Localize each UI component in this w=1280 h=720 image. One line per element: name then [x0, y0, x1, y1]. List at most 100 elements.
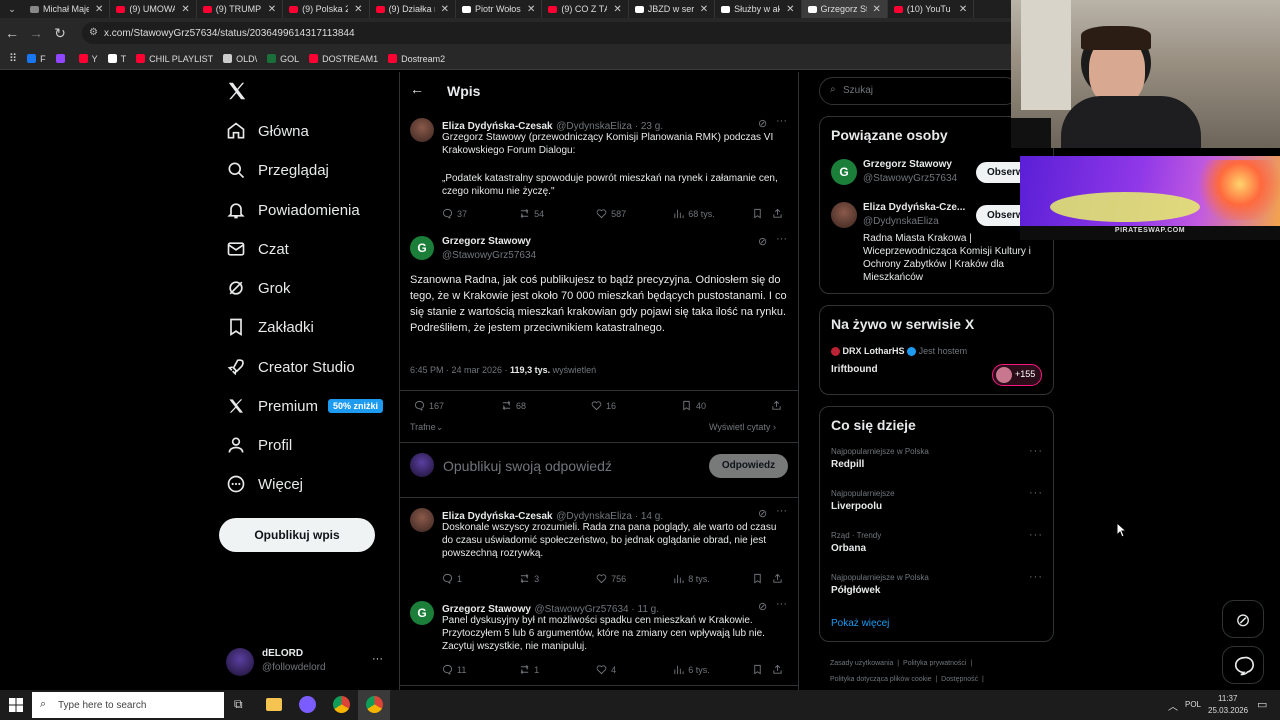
- sidebar-item-grok[interactable]: Grok: [226, 278, 291, 298]
- reply-button[interactable]: 11: [442, 664, 519, 675]
- close-icon[interactable]: ✕: [268, 4, 276, 15]
- bookmark-item[interactable]: F: [27, 54, 46, 64]
- browser-tab[interactable]: Piotr Wołosi ✕: [456, 0, 543, 18]
- more-icon[interactable]: ···: [1029, 571, 1043, 583]
- avatar[interactable]: [831, 202, 857, 228]
- sidebar-item-mail[interactable]: Czat: [226, 239, 289, 259]
- trend-item[interactable]: Najpopularniejsze Liverpoolu ···: [831, 487, 1043, 523]
- apps-grid-icon[interactable]: ⠿: [9, 52, 17, 65]
- sidebar-item-person[interactable]: Profil: [226, 435, 292, 455]
- views-button[interactable]: 8 tys.: [673, 573, 752, 584]
- chrome-active-icon[interactable]: [358, 690, 390, 720]
- browser-tab[interactable]: Służby w ak ✕: [715, 0, 802, 18]
- share-button[interactable]: [772, 208, 787, 219]
- more-icon[interactable]: ···: [1029, 445, 1043, 457]
- bookmark-item[interactable]: [55, 54, 69, 63]
- footer-link[interactable]: Dostępność: [941, 676, 978, 683]
- close-icon[interactable]: ✕: [700, 4, 708, 15]
- grok-icon[interactable]: ⊘: [758, 600, 767, 613]
- close-icon[interactable]: ✕: [441, 4, 449, 15]
- bookmark-button[interactable]: [752, 664, 772, 675]
- like-button[interactable]: 756: [596, 573, 673, 584]
- back-arrow-icon[interactable]: ←: [410, 81, 424, 97]
- close-icon[interactable]: ✕: [527, 4, 535, 15]
- related-name[interactable]: Eliza Dydyńska-Cze...: [863, 202, 965, 213]
- bookmark-item[interactable]: Y: [78, 54, 98, 64]
- avatar[interactable]: G: [410, 601, 434, 625]
- like-button[interactable]: 16: [591, 400, 681, 411]
- reply-submit-button[interactable]: Odpowiedz: [709, 454, 788, 478]
- bookmark-item[interactable]: T: [107, 54, 126, 64]
- reply-tweet[interactable]: G Grzegorz Stawowy @StawowyGrz57634 · 11…: [400, 595, 798, 683]
- grok-floating-button[interactable]: ⊘: [1222, 600, 1264, 638]
- trend-item[interactable]: Najpopularniejsze w Polska Półgłówek ···: [831, 571, 1043, 607]
- sidebar-item-more-circle[interactable]: Więcej: [226, 474, 303, 494]
- sidebar-item-bell[interactable]: Powiadomienia: [226, 200, 360, 220]
- browser-tab[interactable]: (10) YouTu ✕: [888, 0, 975, 18]
- footer-link[interactable]: Polityka prywatności: [903, 660, 966, 667]
- share-button[interactable]: [771, 400, 786, 411]
- more-icon[interactable]: ···: [776, 598, 787, 610]
- avatar[interactable]: [410, 118, 434, 142]
- bookmark-button[interactable]: [752, 208, 772, 219]
- close-icon[interactable]: ✕: [181, 4, 189, 15]
- bookmark-item[interactable]: CHIL PLAYLIST: [136, 54, 213, 64]
- language-indicator[interactable]: POL: [1185, 700, 1201, 709]
- account-switcher[interactable]: dELORD @followdelord ···: [226, 646, 386, 678]
- repost-button[interactable]: 68: [501, 400, 591, 411]
- browser-tab[interactable]: Michał Maje ✕: [24, 0, 111, 18]
- grok-icon[interactable]: ⊘: [758, 235, 767, 248]
- reply-button[interactable]: 167: [414, 400, 501, 411]
- reply-input[interactable]: Opublikuj swoją odpowiedź: [443, 458, 612, 474]
- browser-tab[interactable]: (9) Polska 20 ✕: [283, 0, 370, 18]
- repost-button[interactable]: 1: [519, 664, 596, 675]
- close-icon[interactable]: ✕: [354, 4, 362, 15]
- share-button[interactable]: [772, 573, 787, 584]
- clock-date[interactable]: 25.03.2026: [1208, 706, 1248, 715]
- avatar[interactable]: G: [831, 159, 857, 185]
- reply-tweet[interactable]: Eliza Dydyńska-Czesak @DydynskaEliza · 1…: [400, 502, 798, 590]
- sidebar-item-search[interactable]: Przeglądaj: [226, 160, 329, 180]
- trend-item[interactable]: Rząd · Trendy Orbana ···: [831, 529, 1043, 565]
- back-icon[interactable]: ←: [0, 25, 24, 41]
- live-card[interactable]: Na żywo w serwisie X DRX LotharHS Jest h…: [819, 305, 1054, 395]
- sort-dropdown[interactable]: Trafne⌄: [410, 422, 443, 433]
- reply-button[interactable]: 37: [442, 208, 519, 219]
- footer-link[interactable]: Polityka dotycząca plików cookie: [830, 676, 932, 683]
- browser-tab[interactable]: (9) UMOWA ✕: [110, 0, 197, 18]
- browser-tab[interactable]: Grzegorz Sta ✕: [801, 0, 888, 18]
- search-input[interactable]: Szukaj: [843, 85, 873, 96]
- file-explorer-icon[interactable]: [266, 698, 282, 711]
- browser-tab[interactable]: JBZD w serw ✕: [629, 0, 716, 18]
- task-view-icon[interactable]: ⧉: [234, 697, 243, 712]
- search-box[interactable]: ⌕ Szukaj: [819, 77, 1019, 105]
- chat-app-icon[interactable]: [299, 696, 316, 713]
- bookmark-item[interactable]: GOL: [267, 54, 299, 64]
- bookmark-item[interactable]: DOSTREAM1: [309, 54, 378, 64]
- view-quotes-link[interactable]: Wyświetl cytaty ›: [709, 422, 776, 432]
- chrome-icon[interactable]: [333, 696, 350, 713]
- sidebar-item-x[interactable]: Premium 50% zniżki: [226, 396, 384, 416]
- close-icon[interactable]: ✕: [786, 4, 794, 15]
- reply-button[interactable]: 1: [442, 573, 519, 584]
- browser-tab[interactable]: (9) TRUMP B ✕: [197, 0, 284, 18]
- like-button[interactable]: 4: [596, 664, 673, 675]
- more-icon[interactable]: ···: [776, 505, 787, 517]
- grok-icon[interactable]: ⊘: [758, 507, 767, 520]
- browser-tab[interactable]: (9) Działka n ✕: [370, 0, 456, 18]
- tray-chevron-icon[interactable]: ︿: [1168, 698, 1178, 713]
- close-icon[interactable]: ✕: [613, 4, 621, 15]
- bookmark-button[interactable]: [752, 573, 772, 584]
- notification-icon[interactable]: ▭: [1257, 698, 1267, 711]
- repost-button[interactable]: 54: [519, 208, 596, 219]
- views-button[interactable]: 6 tys.: [673, 664, 752, 675]
- close-icon[interactable]: ✕: [959, 4, 967, 15]
- avatar[interactable]: [410, 508, 434, 532]
- sidebar-item-bookmark[interactable]: Zakładki: [226, 317, 314, 337]
- sidebar-item-rocket[interactable]: Creator Studio: [226, 357, 355, 377]
- views-button[interactable]: 68 tys.: [673, 208, 752, 219]
- sidebar-item-home[interactable]: Główna: [226, 121, 309, 141]
- bookmark-item[interactable]: OLD\: [223, 54, 257, 64]
- post-button[interactable]: Opublikuj wpis: [219, 518, 375, 552]
- more-icon[interactable]: ···: [1029, 529, 1043, 541]
